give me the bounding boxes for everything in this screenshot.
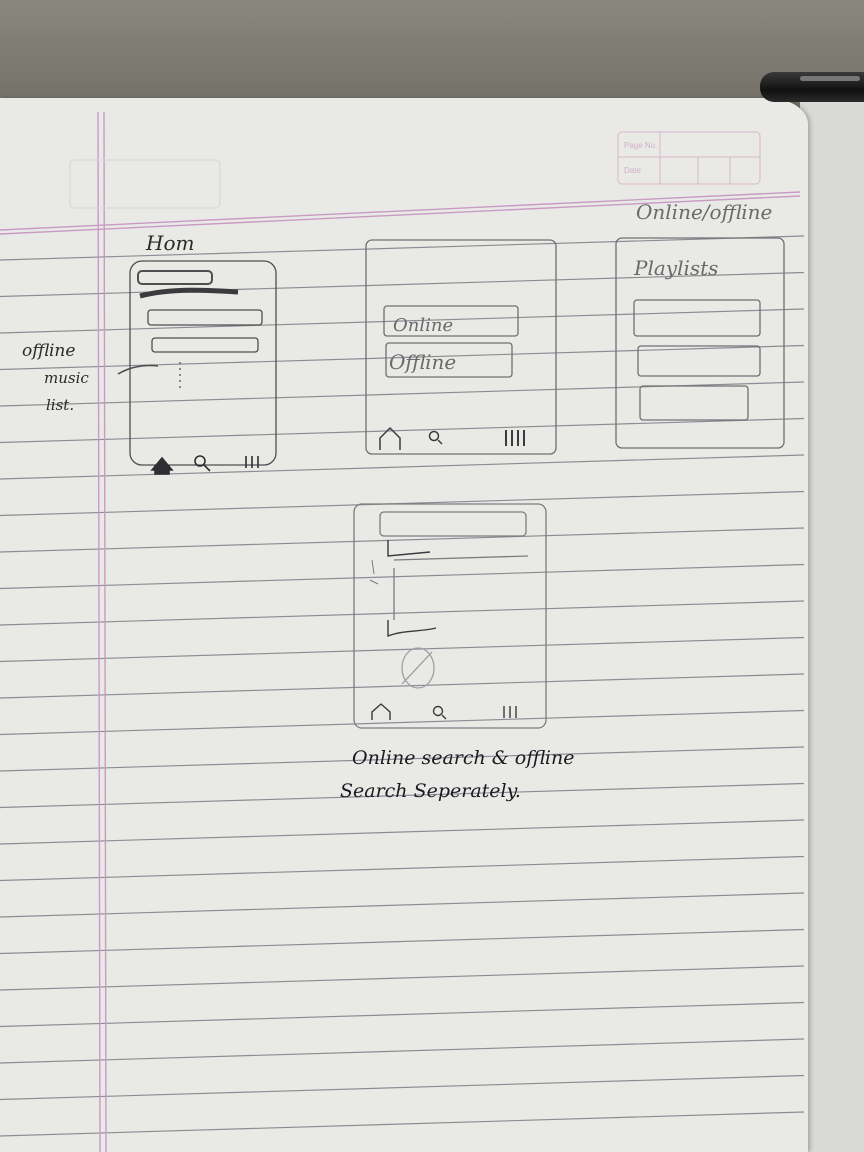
date-label: Date xyxy=(624,166,641,175)
rule-line xyxy=(0,563,805,590)
playlists-caption: Online/offline xyxy=(636,200,772,224)
sketch-sheet: Page No. Date Hom offline music list. On… xyxy=(0,111,805,1152)
rule-line xyxy=(0,928,805,955)
rule-line xyxy=(0,965,805,991)
search-icon xyxy=(432,705,447,720)
rule-line xyxy=(0,1038,805,1064)
search-caption-line-1: Online search & offline xyxy=(352,747,575,769)
search-screen-nav xyxy=(371,703,517,720)
home-title: Hom xyxy=(145,231,194,255)
search-icon xyxy=(428,430,443,445)
rule-line xyxy=(0,892,805,918)
rule-line xyxy=(0,709,805,736)
search-caption-line-2: Search Seperately. xyxy=(340,780,521,802)
home-side-note-line-2: music xyxy=(44,369,89,387)
rule-line xyxy=(0,527,805,553)
rule-line xyxy=(0,673,805,699)
home-side-note-line-1: offline xyxy=(22,341,75,361)
menu-bars-icon xyxy=(245,456,259,468)
rule-line xyxy=(0,636,805,663)
home-icon xyxy=(150,456,174,475)
search-icon xyxy=(194,455,211,472)
rule-line xyxy=(0,1111,805,1137)
mode-phone-sketch xyxy=(365,239,557,455)
playlists-title: Playlists xyxy=(633,256,718,280)
menu-bars-icon xyxy=(503,706,517,718)
rule-line xyxy=(0,417,805,444)
rule-line xyxy=(0,600,805,626)
search-phone-sketch xyxy=(353,503,547,729)
offline-option: Offline xyxy=(389,350,456,374)
rule-line xyxy=(0,855,805,882)
menu-bars-icon xyxy=(505,430,525,446)
rule-line xyxy=(0,454,805,480)
home-icon xyxy=(371,703,391,720)
rule-line xyxy=(0,1074,805,1101)
page-no-label: Page No. xyxy=(624,141,657,150)
home-side-note-line-3: list. xyxy=(46,396,74,414)
rule-line xyxy=(0,1001,805,1028)
mode-nav xyxy=(379,426,525,450)
rule-line xyxy=(0,819,805,845)
online-option: Online xyxy=(393,315,453,336)
